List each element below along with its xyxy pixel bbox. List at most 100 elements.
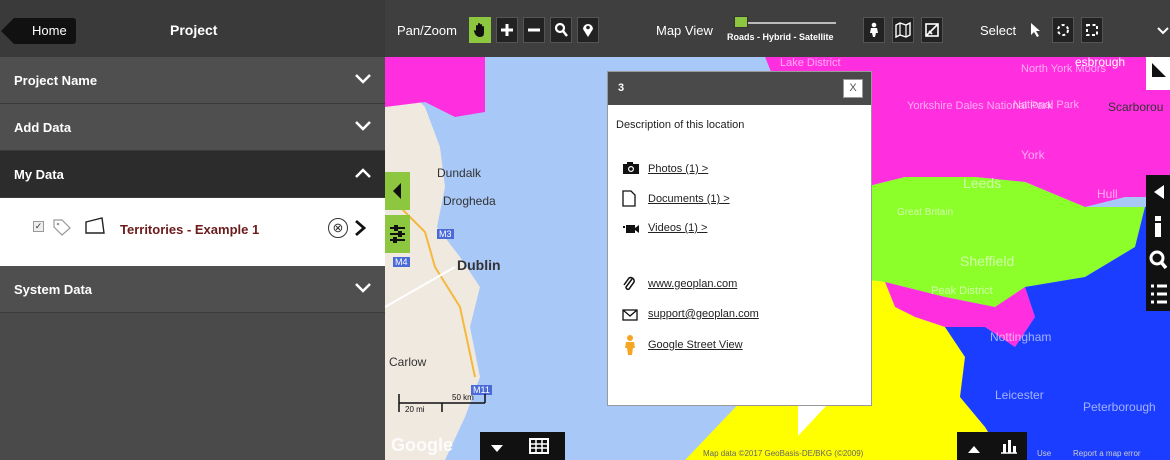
select-rectangle-button[interactable] (1081, 17, 1103, 43)
table-icon[interactable] (529, 438, 549, 459)
select-circle-button[interactable] (1052, 17, 1074, 43)
hand-icon (474, 23, 484, 37)
layer-item: ✓ Territories - Example 1 ⊗ (0, 198, 385, 266)
location-popup: 3 X Description of this location Photos … (607, 71, 872, 436)
select-label: Select (980, 23, 1017, 38)
cursor-icon (1031, 23, 1040, 37)
popup-tail (798, 406, 826, 436)
section-my-data[interactable]: My Data (0, 151, 385, 198)
clear-map-button[interactable] (921, 17, 943, 43)
remove-layer-button[interactable]: ⊗ (328, 218, 348, 238)
layer-name[interactable]: Territories - Example 1 (120, 222, 259, 237)
tag-icon[interactable] (52, 218, 72, 241)
road-label-m4: M4 (393, 257, 410, 267)
pan-hand-button[interactable] (469, 17, 491, 43)
bar-chart-icon[interactable] (1000, 438, 1018, 459)
place-label-dundalk: Dundalk (437, 166, 482, 180)
map-terms-link[interactable]: Use (1037, 449, 1051, 458)
bottom-right-toolbar (957, 432, 1027, 460)
map-book-icon (895, 22, 911, 38)
place-label-dublin: Dublin (457, 257, 501, 273)
section-system-data[interactable]: System Data (0, 266, 385, 313)
place-label-middlesbrough: esbrough (1075, 57, 1126, 69)
circle-select-icon (1057, 24, 1069, 36)
section-add-data[interactable]: Add Data (0, 104, 385, 151)
envelope-icon (622, 308, 638, 326)
camera-icon (622, 161, 640, 180)
expand-panel-button[interactable] (1146, 175, 1170, 209)
bottom-left-toolbar (480, 432, 565, 460)
minus-icon (528, 28, 540, 32)
place-label-hull: Hull (1097, 187, 1118, 201)
collapse-sidebar-button[interactable] (385, 172, 410, 210)
zoom-in-button[interactable] (496, 17, 518, 43)
popup-header: 3 X (608, 72, 871, 105)
zoom-out-button[interactable] (523, 17, 545, 43)
info-button[interactable] (1146, 209, 1170, 243)
place-label-leicester: Leicester (995, 388, 1044, 402)
plus-icon (501, 24, 513, 36)
place-label-leeds: Leeds (963, 175, 1002, 191)
map-type-label: Roads - Hybrid - Satellite (727, 32, 834, 42)
chevron-right-icon[interactable] (353, 218, 367, 243)
pan-zoom-label: Pan/Zoom (397, 23, 457, 38)
toolbar: Pan/Zoom Map View Roads - Hybrid - Satel… (385, 0, 1170, 57)
map-type-slider-track[interactable] (734, 22, 836, 24)
email-link[interactable]: support@geoplan.com (648, 308, 759, 320)
rect-select-icon (1086, 24, 1098, 36)
section-label: System Data (14, 282, 93, 297)
place-label-national-park: National Park (1013, 99, 1080, 111)
place-label-carlow: Carlow (389, 355, 427, 369)
app-root: Home Project Project Name Add Data My Da… (0, 0, 1170, 460)
corner-toggle-button[interactable] (1146, 57, 1170, 90)
close-button[interactable]: X (843, 79, 863, 98)
search-icon (1149, 250, 1168, 270)
legend-button[interactable] (1146, 277, 1170, 311)
layer-checkbox[interactable]: ✓ (33, 221, 44, 232)
street-view-link[interactable]: Google Street View (648, 339, 743, 351)
map-search-button[interactable] (1146, 243, 1170, 277)
location-button[interactable] (577, 17, 599, 43)
list-icon (1151, 284, 1167, 304)
place-label-lake-district: Lake District (780, 57, 841, 69)
chevron-down-icon (355, 57, 371, 85)
layer-settings-button[interactable] (385, 215, 410, 253)
section-project-name[interactable]: Project Name (0, 57, 385, 104)
place-label-york: York (1021, 148, 1045, 162)
chevron-down-icon[interactable] (1157, 23, 1169, 41)
video-camera-icon (622, 222, 640, 240)
document-icon (622, 190, 636, 212)
videos-link[interactable]: Videos (1) > (648, 222, 707, 234)
no-map-icon (925, 23, 939, 37)
home-button[interactable]: Home (1, 18, 76, 44)
street-view-button[interactable] (863, 17, 885, 43)
section-label: Add Data (14, 120, 72, 135)
triangle-left-icon (393, 183, 401, 199)
report-map-error-link[interactable]: Report a map error (1073, 449, 1141, 458)
triangle-up-icon[interactable] (967, 441, 981, 459)
section-label: Project Name (14, 73, 98, 88)
map-canvas[interactable]: Dundalk Drogheda Dublin Carlow M3 M4 M11… (385, 57, 1170, 460)
sidebar: Home Project Project Name Add Data My Da… (0, 0, 385, 460)
map-layers-button[interactable] (892, 17, 914, 43)
website-link[interactable]: www.geoplan.com (648, 278, 737, 290)
place-label-scarborough: Scarborou (1108, 100, 1164, 114)
select-pointer-button[interactable] (1025, 17, 1047, 43)
sidebar-header: Home Project (0, 0, 385, 57)
place-label-peterborough: Peterborough (1083, 400, 1156, 414)
map-type-slider-knob[interactable] (734, 16, 748, 28)
triangle-down-icon[interactable] (490, 441, 504, 459)
paperclip-icon (622, 276, 636, 297)
place-label-sheffield: Sheffield (960, 253, 1015, 269)
documents-link[interactable]: Documents (1) > (648, 193, 730, 205)
triangle-corner-icon (1152, 63, 1166, 77)
photos-link[interactable]: Photos (1) > (648, 163, 708, 175)
scale-km: 50 km (452, 393, 474, 402)
place-label-drogheda: Drogheda (443, 194, 496, 208)
search-button[interactable] (550, 17, 572, 43)
sliders-icon (390, 225, 405, 243)
page-title: Project (170, 22, 218, 38)
road-label-m3: M3 (437, 229, 454, 239)
popup-title: 3 (618, 82, 625, 94)
map-pin-icon (583, 24, 593, 37)
